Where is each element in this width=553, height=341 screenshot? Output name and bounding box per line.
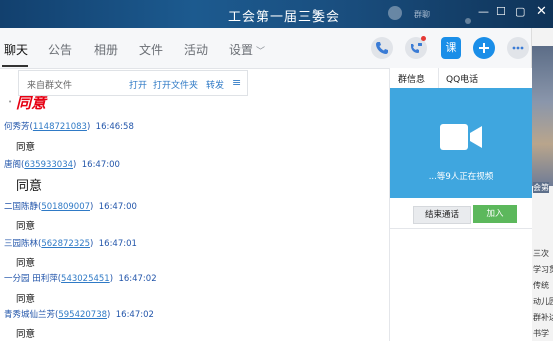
message-text: 同意 (16, 96, 47, 112)
side-panel: 群信息 QQ电话 ...等9人正在视频 结束通话 加入 (389, 68, 532, 341)
background-decoration (465, 18, 471, 24)
sender-qq[interactable]: 635933034 (24, 160, 73, 170)
background-text: 学习贯 (533, 265, 553, 274)
video-call-status[interactable]: ...等9人正在视频 (390, 88, 532, 198)
video-call-button[interactable] (405, 36, 427, 59)
tab-settings[interactable]: 设置 ﹀ (229, 41, 265, 58)
video-camera-icon (440, 124, 482, 150)
close-button[interactable]: ✕ (536, 4, 547, 19)
sender-qq[interactable]: 501809007 (41, 202, 90, 212)
divider (390, 228, 532, 229)
phone-button[interactable] (371, 37, 393, 59)
more-button[interactable] (507, 37, 529, 59)
add-app-button[interactable] (473, 37, 495, 59)
group-file-bar: 来自群文件 打开 打开文件夹 转发 ≡ (18, 70, 248, 96)
tab-divider (438, 68, 439, 88)
end-call-button[interactable]: 结束通话 (413, 206, 471, 224)
background-window: 会第 三次 学习贯 传统 动儿园 群补达 书学 (531, 28, 553, 341)
sender-qq[interactable]: 1148721083 (33, 122, 87, 132)
background-text: 传统 (533, 281, 549, 290)
background-text: 会第 (533, 182, 549, 193)
add-app-icon (479, 43, 489, 53)
window-title: 工会第一届三委会 (228, 10, 341, 25)
message-time: 16:47:02 (118, 274, 157, 284)
minimize-button[interactable]: — (478, 5, 489, 18)
message-text: 同意 (16, 258, 36, 269)
sender-name[interactable]: 青秀城仙兰芳 (4, 310, 55, 320)
tab-qq-call[interactable]: QQ电话 (446, 72, 478, 85)
open-file-link[interactable]: 打开 (129, 78, 147, 91)
chevron-down-icon: ﹀ (256, 47, 266, 57)
message-header: 青秀城仙兰芳(595420738) 16:47:02 (4, 310, 154, 320)
sender-name[interactable]: 二国陈静 (4, 202, 38, 212)
sender-qq[interactable]: 543025451 (61, 274, 110, 284)
message-time: 16:47:02 (115, 310, 154, 320)
title-bar: 工会第一届三委会 ✎ 群聊 — ☐ ▢ ✕ (0, 0, 553, 28)
tab-activities[interactable]: 活动 (184, 41, 208, 58)
tab-group-info[interactable]: 群信息 (398, 72, 425, 85)
background-decoration (388, 6, 402, 20)
menu-icon[interactable]: ≡ (232, 76, 241, 89)
notification-dot (421, 36, 426, 41)
open-folder-link[interactable]: 打开文件夹 (153, 78, 198, 91)
sender-name[interactable]: 一分园 田利萍 (4, 274, 58, 284)
phone-icon (376, 42, 388, 54)
background-image (532, 46, 553, 186)
tab-files[interactable]: 文件 (139, 41, 163, 58)
restore-button[interactable]: ☐ (496, 5, 506, 18)
sender-qq[interactable]: 595420738 (58, 310, 107, 320)
message-text: 同意 (16, 142, 36, 153)
classroom-icon: 课 (445, 41, 457, 54)
tab-bar: 聊天 公告 相册 文件 活动 设置 ﹀ 课 (0, 28, 531, 69)
message-header: 唐阁(635933034) 16:47:00 (4, 160, 120, 170)
chat-window: 聊天 公告 相册 文件 活动 设置 ﹀ 课 来自群文件 打开 打开文件夹 转发 ≡ (0, 28, 532, 341)
message-header: 三园陈林(562872325) 16:47:01 (4, 239, 137, 249)
tab-settings-label: 设置 (229, 43, 254, 57)
edit-title-icon[interactable]: ✎ (312, 7, 321, 20)
message-time: 16:46:58 (95, 122, 134, 132)
video-status-text: ...等9人正在视频 (428, 172, 494, 182)
tab-announcements[interactable]: 公告 (48, 41, 72, 58)
background-text: 群聊 (414, 10, 430, 19)
sender-qq[interactable]: 562872325 (41, 239, 90, 249)
message-text: 同意 (16, 221, 36, 232)
background-text: 书学 (533, 329, 549, 338)
background-text: 群补达 (533, 313, 553, 322)
video-call-icon (411, 43, 422, 53)
panel-tabs: 群信息 QQ电话 (390, 68, 532, 89)
message-header: 何秀芳(1148721083) 16:46:58 (4, 122, 134, 132)
active-tab-indicator (2, 65, 28, 67)
bullet-icon: • (8, 98, 13, 106)
background-text: 动儿园 (533, 297, 553, 306)
tab-album[interactable]: 相册 (94, 41, 118, 58)
forward-link[interactable]: 转发 (206, 78, 224, 91)
join-button[interactable]: 加入 (473, 205, 517, 223)
message-time: 16:47:01 (98, 239, 137, 249)
message-text: 同意 (16, 179, 43, 194)
classroom-button[interactable]: 课 (441, 37, 461, 59)
fullscreen-icon[interactable]: ▢ (515, 5, 525, 18)
message-time: 16:47:00 (98, 202, 137, 212)
file-source-label: 来自群文件 (27, 81, 73, 91)
message-text: 同意 (16, 294, 36, 305)
message-header: 二国陈静(501809007) 16:47:00 (4, 202, 137, 212)
background-text: 三次 (533, 249, 549, 258)
message-header: 一分园 田利萍(543025451) 16:47:02 (4, 274, 157, 284)
message-list: • 同意 何秀芳(1148721083) 16:46:58 同意 唐阁(6359… (0, 96, 388, 341)
sender-name[interactable]: 三园陈林 (4, 239, 38, 249)
sender-name[interactable]: 何秀芳 (4, 122, 30, 132)
message-text: 同意 (16, 329, 36, 340)
sender-name[interactable]: 唐阁 (4, 160, 21, 170)
more-icon (512, 46, 524, 50)
message-time: 16:47:00 (81, 160, 120, 170)
tab-chat[interactable]: 聊天 (4, 41, 28, 58)
